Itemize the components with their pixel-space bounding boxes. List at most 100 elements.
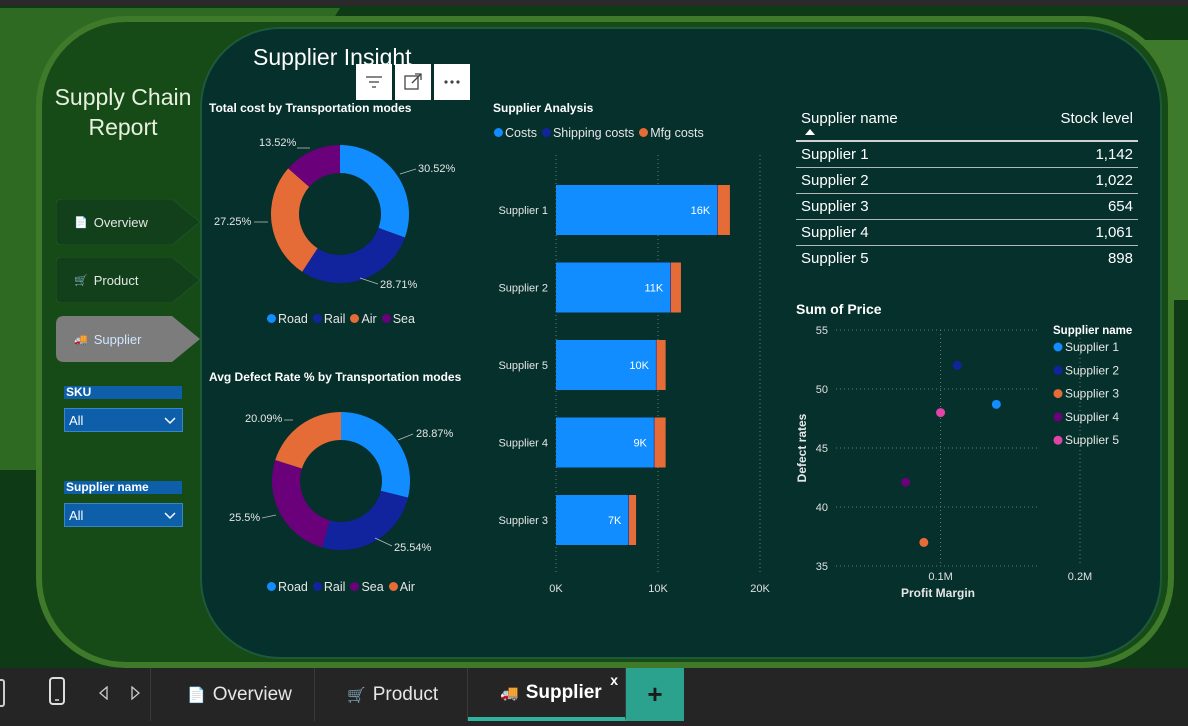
truck-icon: 🚚 — [500, 684, 519, 702]
y-axis-title: Defect rates — [795, 413, 809, 482]
y-tick-label: 50 — [816, 384, 828, 396]
scatter-legend-title: Supplier name — [1053, 325, 1132, 337]
scatter-chart[interactable]: 35 40 45 50 55 0.1M 0.2M Profit Margin Defect ra… — [790, 320, 1150, 610]
x-tick-label: 0K — [549, 583, 563, 595]
legend-item-mfg-costs: Mfg costs — [639, 126, 704, 140]
x-tick-label: 0.2M — [1068, 571, 1092, 583]
bar-mfg-costs[interactable] — [670, 262, 681, 313]
desktop-view-icon[interactable] — [0, 678, 10, 710]
supplier-stock-table: Supplier name Stock level Supplier 1 1,14… — [796, 104, 1138, 271]
x-tick-label: 0.1M — [928, 571, 952, 583]
table-body: Supplier 1 1,142 Supplier 2 1,022 Supplier… — [796, 142, 1138, 271]
bar-data-label: 16K — [691, 205, 711, 217]
legend-marker — [1053, 435, 1063, 445]
donut1-legend: Road Rail Air Sea — [267, 312, 415, 326]
scatter-title: Sum of Price — [796, 301, 882, 317]
table-row[interactable]: Supplier 2 1,022 — [796, 168, 1138, 194]
legend-item-road: Road — [267, 312, 308, 326]
table-row[interactable]: Supplier 5 898 — [796, 246, 1138, 271]
legend-marker — [1053, 412, 1063, 422]
cell-stock: 1,061 — [1095, 224, 1133, 241]
table-row[interactable]: Supplier 4 1,061 — [796, 220, 1138, 246]
next-page-icon[interactable] — [129, 686, 141, 700]
legend-marker — [1053, 365, 1063, 375]
y-tick-label: 45 — [816, 443, 828, 455]
previous-page-icon[interactable] — [98, 686, 110, 700]
legend-marker — [1053, 389, 1063, 399]
tab-overview[interactable]: 📄 Overview — [151, 668, 315, 721]
tab-supplier-label: Supplier — [525, 681, 602, 703]
truck-icon: 🚚 — [74, 333, 88, 346]
plus-icon: + — [647, 679, 663, 709]
cell-stock: 898 — [1107, 250, 1133, 267]
scatter-point-supplier-5[interactable] — [936, 408, 946, 418]
bar-data-label: 9K — [633, 438, 647, 450]
bar-data-label: 7K — [608, 515, 622, 527]
table-row[interactable]: Supplier 1 1,142 — [796, 142, 1138, 168]
tab-overview-label: Overview — [212, 683, 292, 705]
donut1-leader-lines — [254, 147, 417, 285]
cell-supplier: Supplier 3 — [801, 198, 869, 215]
x-tick-label: 20K — [750, 583, 770, 595]
tab-supplier[interactable]: 🚚 Supplier x — [468, 668, 626, 721]
donut2-legend: Road Rail Sea Air — [267, 580, 415, 594]
cell-stock: 1,142 — [1095, 146, 1133, 163]
legend-item-air: Air — [350, 312, 377, 326]
scatter-point-supplier-4[interactable] — [901, 477, 911, 487]
tab-product[interactable]: 🛒 Product — [315, 668, 468, 721]
scatter-legend-label[interactable]: Supplier 4 — [1065, 410, 1119, 424]
cell-supplier: Supplier 2 — [801, 172, 869, 189]
column-header-supplier-name[interactable]: Supplier name — [801, 104, 898, 140]
cell-stock: 654 — [1107, 198, 1133, 215]
report-canvas: Supply Chain Report Supplier Insight 📄 O… — [0, 0, 1188, 668]
y-tick-label: 55 — [816, 325, 828, 337]
x-axis-title: Profit Margin — [901, 586, 975, 600]
legend-label: Rail — [323, 580, 346, 594]
bar-mfg-costs[interactable] — [717, 185, 730, 235]
cell-stock: 1,022 — [1095, 172, 1133, 189]
column-header-stock-level[interactable]: Stock level — [1060, 104, 1133, 140]
legend-label: Shipping costs — [552, 126, 635, 140]
nav-supplier-label: Supplier — [93, 331, 142, 347]
scatter-point-supplier-2[interactable] — [952, 360, 962, 370]
legend-item-shipping-costs: Shipping costs — [541, 126, 635, 140]
y-category-label: Supplier 4 — [498, 438, 548, 450]
legend-label: Road — [278, 580, 308, 594]
scatter-legend-label[interactable]: Supplier 1 — [1065, 340, 1119, 354]
y-category-label: Supplier 5 — [498, 360, 548, 372]
bar-mfg-costs[interactable] — [656, 340, 666, 390]
column-header-label: Supplier name — [801, 110, 898, 127]
donut2-leader-lines — [261, 419, 414, 547]
bar-chart[interactable]: 0K 10K 20K Supplier 1 16K Supplier 2 11K Suppli… — [490, 150, 790, 600]
x-tick-label: 10K — [648, 583, 668, 595]
y-category-label: Supplier 3 — [498, 515, 548, 527]
y-category-label: Supplier 1 — [498, 205, 548, 217]
bar-data-label: 10K — [629, 360, 649, 372]
legend-label: Air — [399, 580, 415, 594]
scatter-point-supplier-3[interactable] — [919, 537, 929, 547]
legend-item-sea: Sea — [350, 580, 384, 594]
scatter-legend-label[interactable]: Supplier 3 — [1065, 387, 1119, 401]
bar-mfg-costs[interactable] — [628, 495, 637, 545]
bar-chart-legend: Costs Shipping costs Mfg costs — [494, 126, 704, 140]
table-row[interactable]: Supplier 3 654 — [796, 194, 1138, 220]
legend-item-road: Road — [267, 580, 308, 594]
nav-supplier-button[interactable]: 🚚 Supplier — [56, 316, 200, 362]
legend-label: Costs — [505, 126, 537, 140]
close-tab-button[interactable]: x — [610, 672, 618, 688]
legend-item-rail: Rail — [312, 580, 346, 594]
scatter-point-supplier-1[interactable] — [991, 399, 1001, 409]
cell-supplier: Supplier 1 — [801, 146, 869, 163]
legend-item-air: Air — [388, 580, 415, 594]
add-page-button[interactable]: + — [626, 668, 684, 721]
legend-marker — [1053, 342, 1063, 352]
table-header: Supplier name Stock level — [796, 104, 1138, 142]
cart-icon: 🛒 — [347, 686, 366, 704]
scatter-legend-label[interactable]: Supplier 2 — [1065, 363, 1119, 377]
y-tick-label: 40 — [816, 502, 828, 514]
scatter-legend-label[interactable]: Supplier 5 — [1065, 433, 1119, 447]
mobile-view-icon[interactable] — [48, 676, 68, 708]
tab-product-label: Product — [372, 683, 439, 705]
bar-mfg-costs[interactable] — [654, 417, 666, 468]
legend-label: Rail — [323, 312, 346, 326]
